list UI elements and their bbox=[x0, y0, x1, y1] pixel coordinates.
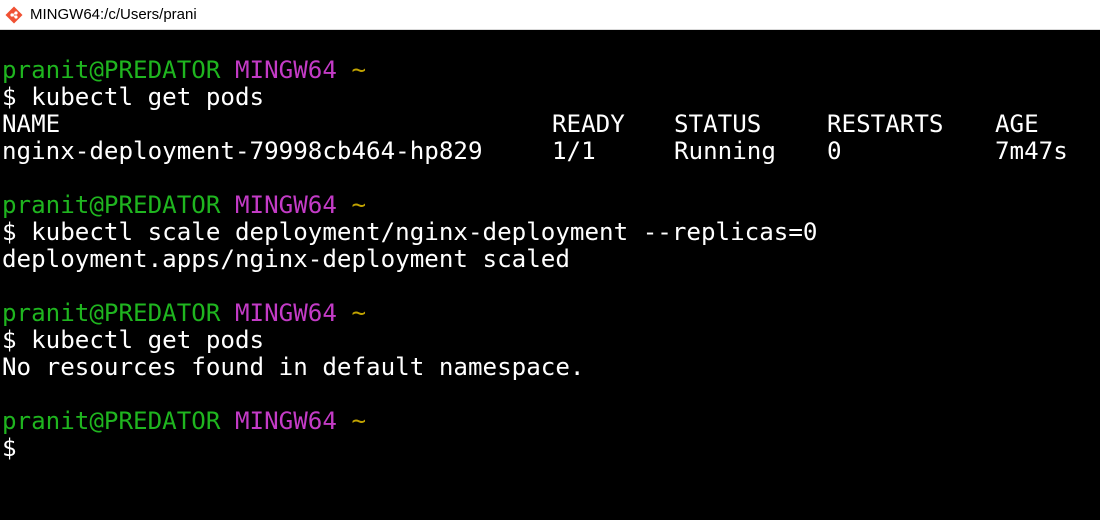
prompt-line: pranit@PREDATOR MINGW64 ~ bbox=[2, 300, 1100, 327]
prompt-shell: MINGW64 bbox=[235, 407, 337, 435]
header-restarts: RESTARTS bbox=[827, 110, 944, 138]
prompt-symbol: $ bbox=[2, 218, 17, 246]
command-line: $ kubectl get pods bbox=[2, 327, 1100, 354]
prompt-symbol: $ bbox=[2, 326, 17, 354]
header-name: NAME bbox=[2, 110, 61, 138]
git-bash-icon bbox=[4, 5, 24, 25]
prompt-user-host: pranit@PREDATOR bbox=[2, 407, 221, 435]
command-text: kubectl get pods bbox=[31, 326, 265, 354]
prompt-cwd: ~ bbox=[351, 407, 367, 435]
table-row: nginx-deployment-79998cb464-hp829 1/1 Runn… bbox=[2, 138, 1100, 165]
cell-age: 7m47s bbox=[995, 137, 1068, 165]
command-output: deployment.apps/nginx-deployment scaled bbox=[2, 245, 570, 273]
cell-restarts: 0 bbox=[827, 137, 842, 165]
cell-status: Running bbox=[674, 137, 776, 165]
command-line: $ kubectl scale deployment/nginx-deploym… bbox=[2, 219, 1100, 246]
command-text: kubectl get pods bbox=[31, 83, 265, 111]
prompt-line: pranit@PREDATOR MINGW64 ~ bbox=[2, 192, 1100, 219]
cell-ready: 1/1 bbox=[552, 137, 596, 165]
prompt-shell: MINGW64 bbox=[235, 299, 337, 327]
prompt-shell: MINGW64 bbox=[235, 191, 337, 219]
terminal-window: MINGW64:/c/Users/prani pranit@PREDATOR M… bbox=[0, 0, 1100, 520]
prompt-shell: MINGW64 bbox=[235, 56, 337, 84]
command-line: $ kubectl get pods bbox=[2, 84, 1100, 111]
command-line[interactable]: $ bbox=[2, 435, 1100, 462]
prompt-symbol: $ bbox=[2, 83, 17, 111]
header-status: STATUS bbox=[674, 110, 762, 138]
window-title: MINGW64:/c/Users/prani bbox=[30, 6, 197, 23]
prompt-cwd: ~ bbox=[351, 191, 367, 219]
prompt-user-host: pranit@PREDATOR bbox=[2, 56, 221, 84]
prompt-symbol: $ bbox=[2, 434, 17, 462]
prompt-line: pranit@PREDATOR MINGW64 ~ bbox=[2, 57, 1100, 84]
title-bar[interactable]: MINGW64:/c/Users/prani bbox=[0, 0, 1100, 30]
cell-name: nginx-deployment-79998cb464-hp829 bbox=[2, 137, 483, 165]
prompt-cwd: ~ bbox=[351, 299, 367, 327]
prompt-line: pranit@PREDATOR MINGW64 ~ bbox=[2, 408, 1100, 435]
header-age: AGE bbox=[995, 110, 1039, 138]
header-ready: READY bbox=[552, 110, 625, 138]
prompt-cwd: ~ bbox=[351, 56, 367, 84]
terminal-output[interactable]: pranit@PREDATOR MINGW64 ~ $ kubectl get … bbox=[0, 30, 1100, 520]
command-output: No resources found in default namespace. bbox=[2, 353, 585, 381]
table-header-row: NAME READY STATUS RESTARTS AGE bbox=[2, 111, 1100, 138]
command-text: kubectl scale deployment/nginx-deploymen… bbox=[31, 218, 818, 246]
prompt-user-host: pranit@PREDATOR bbox=[2, 299, 221, 327]
prompt-user-host: pranit@PREDATOR bbox=[2, 191, 221, 219]
